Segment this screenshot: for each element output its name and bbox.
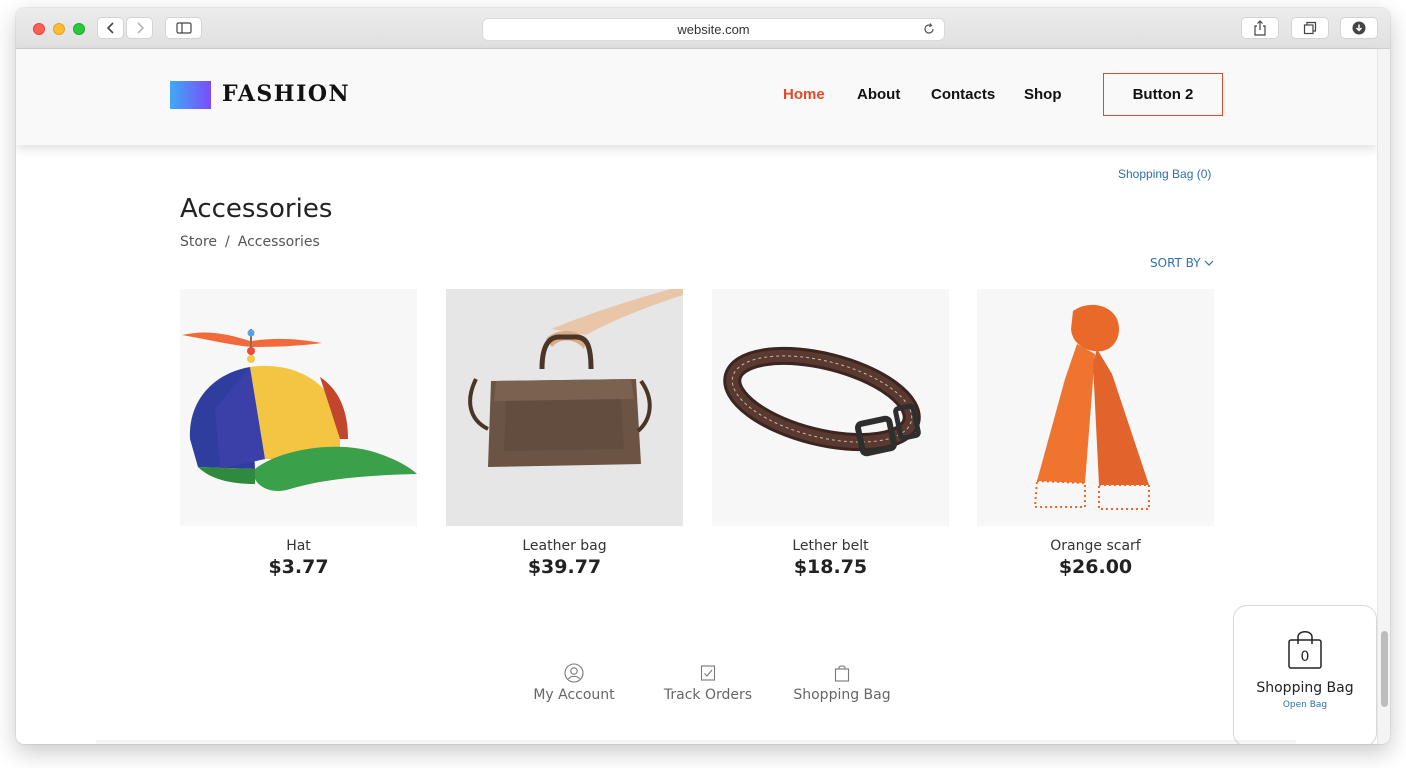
scrollbar-thumb[interactable] [1381,631,1388,707]
shopping-bag-icon: 0 [1288,631,1322,669]
logo-mark[interactable] [170,81,211,109]
product-card-leather-belt[interactable]: Lether belt $18.75 [712,289,949,578]
product-price: $39.77 [527,556,602,578]
product-name[interactable]: Hat [180,538,417,554]
downloads-button[interactable] [1340,17,1378,39]
tabs-icon [1303,21,1317,35]
back-button[interactable] [97,17,124,39]
nav-about[interactable]: About [857,86,900,103]
share-icon [1254,20,1266,36]
forward-button[interactable] [126,17,153,39]
close-window-button[interactable] [33,23,45,35]
address-bar[interactable]: website.com [482,18,945,41]
hat-image [182,329,417,491]
track-orders-icon [700,665,716,681]
sort-label: SORT BY [1150,256,1201,270]
sort-dropdown[interactable]: SORT BY [1150,256,1214,270]
product-image-leather-belt[interactable] [712,289,949,526]
footer-link-label: Shopping Bag [793,687,891,703]
page-scrollbar[interactable] [1377,49,1390,744]
download-icon [1352,21,1366,35]
product-name[interactable]: Orange scarf [977,538,1214,554]
product-card-orange-scarf[interactable]: Orange scarf $26.00 [977,289,1214,578]
product-price: $3.77 [268,556,329,578]
chevron-down-icon [1204,260,1214,266]
reload-icon[interactable] [922,22,936,36]
zoom-window-button[interactable] [73,23,85,35]
nav-home[interactable]: Home [783,86,825,103]
nav-contacts[interactable]: Contacts [931,86,995,103]
bag-count: 0 [1301,649,1310,665]
sidebar-button[interactable] [165,17,202,39]
product-name[interactable]: Lether belt [712,538,949,554]
header-button-2[interactable]: Button 2 [1103,73,1223,116]
product-image-hat[interactable] [180,289,417,526]
footer-my-account[interactable]: My Account [522,663,626,703]
logo-text[interactable]: FASHION [222,81,350,107]
forward-icon [136,22,144,34]
tabs-button[interactable] [1291,17,1329,39]
open-bag-link[interactable]: Open Bag [1234,700,1376,710]
browser-window: website.com FASHION Home About Contacts … [16,8,1390,744]
share-button[interactable] [1241,17,1279,39]
footer-link-label: My Account [533,687,615,703]
product-name[interactable]: Leather bag [446,538,683,554]
footer-track-orders[interactable]: Track Orders [652,663,764,703]
bag-widget-title: Shopping Bag [1256,680,1354,696]
bottom-shadow [96,740,1296,744]
product-price: $18.75 [793,556,868,578]
leather-bag-image [468,289,683,467]
shopping-bag-link[interactable]: Shopping Bag (0) [1118,167,1211,181]
site-header: FASHION Home About Contacts Shop Button … [16,49,1377,145]
page-title: Accessories [180,194,333,224]
product-image-orange-scarf[interactable] [977,289,1214,526]
url-text: website.com [677,22,750,37]
browser-toolbar: website.com [16,8,1390,49]
user-icon [564,663,584,683]
shopping-bag-icon [834,665,850,682]
product-image-leather-bag[interactable] [446,289,683,526]
breadcrumb-accessories: Accessories [237,234,320,250]
nav-shop[interactable]: Shop [1024,86,1062,103]
breadcrumb-separator: / [225,234,230,250]
product-price: $26.00 [1058,556,1133,578]
shopping-bag-widget[interactable]: 0 Shopping Bag Open Bag [1233,605,1377,744]
orange-scarf-image [1033,304,1150,510]
breadcrumb: Store / Accessories [180,234,320,250]
footer-shopping-bag[interactable]: Shopping Bag [782,663,902,703]
minimize-window-button[interactable] [53,23,65,35]
sidebar-icon [175,22,192,34]
footer-link-label: Track Orders [663,687,753,703]
back-icon [106,22,114,34]
breadcrumb-store[interactable]: Store [180,234,217,250]
product-card-hat[interactable]: Hat $3.77 [180,289,417,578]
product-card-leather-bag[interactable]: Leather bag $39.77 [446,289,683,578]
leather-belt-image [723,346,921,457]
